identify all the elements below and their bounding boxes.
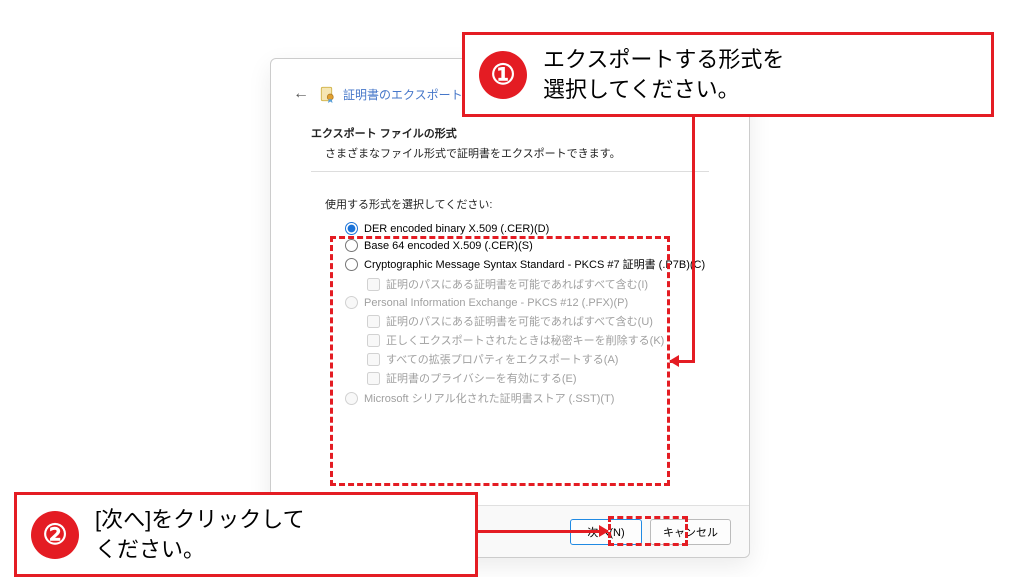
annotation-arrow-2: [478, 530, 608, 533]
check-pfx-input-1: [367, 315, 380, 328]
radio-pkcs7[interactable]: Cryptographic Message Syntax Standard - …: [345, 256, 709, 272]
certificate-icon: [319, 85, 337, 103]
format-options: DER encoded binary X.509 (.CER)(D) Base …: [311, 222, 709, 406]
back-arrow-icon[interactable]: ←: [293, 85, 309, 103]
check-pfx-label-4: 証明書のプライバシーを有効にする(E): [386, 370, 577, 386]
section-title: エクスポート ファイルの形式: [311, 125, 709, 141]
radio-pfx: Personal Information Exchange - PKCS #12…: [345, 296, 709, 309]
check-pkcs7-include-path: 証明のパスにある証明書を可能であればすべて含む(I): [345, 276, 709, 292]
check-pfx-input-2: [367, 334, 380, 347]
callout-2: ② [次へ]をクリックして ください。: [14, 492, 478, 577]
radio-pfx-label: Personal Information Exchange - PKCS #12…: [364, 297, 628, 309]
callout-2-text: [次へ]をクリックして ください。: [95, 505, 305, 564]
section-description: さまざまなファイル形式で証明書をエクスポートできます。: [311, 145, 709, 161]
cancel-button[interactable]: キャンセル: [650, 519, 731, 545]
annotation-arrow-1-vertical: [692, 113, 695, 363]
check-pfx-label-1: 証明のパスにある証明書を可能であればすべて含む(U): [386, 313, 653, 329]
check-pfx-export-props: すべての拡張プロパティをエクスポートする(A): [345, 351, 709, 367]
check-pkcs7-input: [367, 278, 380, 291]
radio-sst: Microsoft シリアル化された証明書ストア (.SST)(T): [345, 390, 709, 406]
divider: [311, 171, 709, 172]
export-wizard-dialog: ← 証明書のエクスポート ウィザード エクスポート ファイルの形式 さまざまなフ…: [270, 58, 750, 558]
check-pfx-privacy: 証明書のプライバシーを有効にする(E): [345, 370, 709, 386]
callout-2-badge: ②: [31, 511, 79, 559]
check-pfx-include-path: 証明のパスにある証明書を可能であればすべて含む(U): [345, 313, 709, 329]
radio-pkcs7-input[interactable]: [345, 258, 358, 271]
radio-sst-input: [345, 392, 358, 405]
radio-pkcs7-label: Cryptographic Message Syntax Standard - …: [364, 256, 705, 272]
check-pfx-label-3: すべての拡張プロパティをエクスポートする(A): [386, 351, 618, 367]
annotation-arrow-1-horizontal: [670, 360, 692, 363]
radio-base64-label: Base 64 encoded X.509 (.CER)(S): [364, 240, 533, 252]
check-pfx-input-3: [367, 353, 380, 366]
radio-base64[interactable]: Base 64 encoded X.509 (.CER)(S): [345, 239, 709, 252]
radio-der[interactable]: DER encoded binary X.509 (.CER)(D): [345, 222, 709, 235]
callout-1-text: エクスポートする形式を 選択してください。: [543, 45, 784, 104]
check-pfx-delete-key: 正しくエクスポートされたときは秘密キーを削除する(K): [345, 332, 709, 348]
callout-1-badge: ①: [479, 51, 527, 99]
check-pfx-input-4: [367, 372, 380, 385]
check-pkcs7-label: 証明のパスにある証明書を可能であればすべて含む(I): [386, 276, 648, 292]
radio-pfx-input: [345, 296, 358, 309]
select-format-instruction: 使用する形式を選択してください:: [311, 196, 709, 212]
radio-base64-input[interactable]: [345, 239, 358, 252]
check-pfx-label-2: 正しくエクスポートされたときは秘密キーを削除する(K): [386, 332, 664, 348]
callout-1: ① エクスポートする形式を 選択してください。: [462, 32, 994, 117]
radio-sst-label: Microsoft シリアル化された証明書ストア (.SST)(T): [364, 390, 614, 406]
radio-der-label: DER encoded binary X.509 (.CER)(D): [364, 223, 549, 235]
radio-der-input[interactable]: [345, 222, 358, 235]
